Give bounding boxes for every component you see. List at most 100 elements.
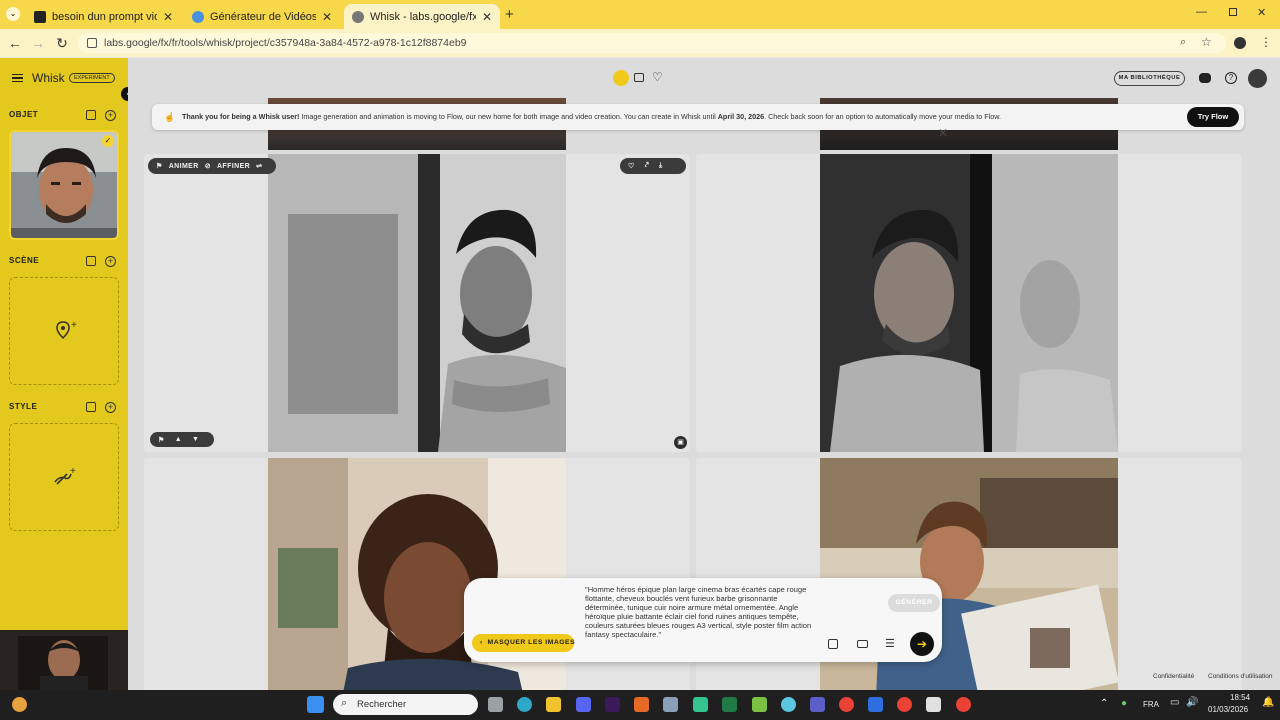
tab-chatgpt[interactable]: besoin dun prompt video pour ✕ bbox=[26, 4, 181, 29]
discord-icon[interactable] bbox=[1199, 73, 1211, 83]
app-icon[interactable] bbox=[693, 697, 708, 712]
zoom-icon[interactable]: ⌕ bbox=[1180, 36, 1186, 49]
chrome-icon[interactable] bbox=[956, 697, 971, 712]
close-tab-icon[interactable]: ✕ bbox=[322, 10, 332, 24]
clock-date[interactable]: 01/03/2026 bbox=[1208, 705, 1248, 714]
back-icon[interactable]: ← bbox=[6, 35, 24, 51]
close-window-icon[interactable]: ✕ bbox=[1257, 6, 1266, 19]
tab-label: Whisk - labs.google/fx bbox=[370, 10, 476, 23]
favorites-heart-icon[interactable]: ♡ bbox=[652, 70, 663, 84]
dismiss-banner-icon[interactable]: ✕ bbox=[938, 126, 948, 140]
upload-image-icon[interactable] bbox=[86, 110, 96, 120]
premiere-icon[interactable] bbox=[605, 697, 620, 712]
favorite-heart-icon[interactable]: ♡ bbox=[628, 162, 635, 170]
tab-list-button[interactable]: ⌄ bbox=[6, 7, 20, 21]
language-indicator[interactable]: FRA bbox=[1143, 700, 1159, 709]
help-icon[interactable]: ? bbox=[1225, 72, 1237, 84]
new-tab-button[interactable]: + bbox=[505, 6, 514, 23]
upload-image-icon[interactable] bbox=[86, 256, 96, 266]
banner-lead: Thank you for being a Whisk user! bbox=[182, 112, 300, 121]
chrome-icon[interactable] bbox=[897, 697, 912, 712]
chrome-icon[interactable] bbox=[839, 697, 854, 712]
bookmark-star-icon[interactable]: ☆ bbox=[1201, 35, 1212, 49]
prompt-box: "Homme héros épique plan large cinema br… bbox=[464, 578, 942, 662]
reload-icon[interactable]: ↻ bbox=[53, 35, 71, 52]
notifications-icon[interactable]: 🔔 bbox=[1262, 697, 1274, 708]
app-icon[interactable] bbox=[634, 697, 649, 712]
scene-drop-zone[interactable]: + bbox=[9, 277, 119, 385]
generate-button[interactable]: GÉNÉRER bbox=[888, 594, 940, 612]
aspect-ratio-icon[interactable] bbox=[857, 640, 868, 648]
calculator-icon[interactable] bbox=[663, 697, 678, 712]
app-icon[interactable] bbox=[868, 697, 883, 712]
share-icon[interactable]: ⤤ bbox=[645, 162, 649, 170]
tab-generator[interactable]: Générateur de Vidéos IA - Créé ✕ bbox=[184, 4, 340, 29]
hide-images-button[interactable]: ‹ MASQUER LES IMAGES bbox=[472, 634, 576, 652]
taskbar-search[interactable]: Rechercher bbox=[333, 694, 478, 715]
tray-overflow-icon[interactable]: ⌃ bbox=[1100, 698, 1108, 709]
menu-icon[interactable] bbox=[12, 74, 23, 82]
prompt-text[interactable]: "Homme héros épique plan large cinema br… bbox=[585, 585, 815, 639]
more-icon[interactable]: ⇌ bbox=[256, 162, 262, 170]
add-style-icon[interactable]: + bbox=[105, 402, 116, 413]
result-card-1[interactable]: ⚑ ANIMER ⊘ AFFINER ⇌ ♡ ⤤ ⤓ ⚑ ▲ ▼ ▣ bbox=[144, 154, 690, 452]
refine-icon[interactable]: ⊘ bbox=[205, 162, 211, 170]
search-icon: ⌕ bbox=[341, 697, 348, 709]
site-info-icon[interactable] bbox=[87, 38, 97, 48]
clock-time[interactable]: 18:54 bbox=[1230, 693, 1250, 702]
refine-button[interactable]: AFFINER bbox=[217, 163, 250, 170]
flow-migration-banner: ☝ Thank you for being a Whisk user! Imag… bbox=[152, 104, 1244, 130]
browser-menu-icon[interactable]: ⋮ bbox=[1260, 35, 1272, 49]
task-view-icon[interactable] bbox=[488, 697, 503, 712]
settings-sliders-icon[interactable]: ☰ bbox=[885, 637, 895, 650]
section-title-scene: SCÈNE bbox=[9, 256, 40, 265]
selected-check-icon[interactable]: ✓ bbox=[102, 135, 114, 147]
forward-icon[interactable]: → bbox=[29, 35, 47, 51]
animate-icon[interactable]: ⚑ bbox=[156, 162, 163, 170]
file-explorer-icon[interactable] bbox=[546, 697, 561, 712]
network-icon[interactable]: ▭ bbox=[1170, 697, 1179, 708]
style-drop-zone[interactable]: + bbox=[9, 423, 119, 531]
windows-start-icon[interactable] bbox=[307, 696, 324, 713]
edge-icon[interactable] bbox=[517, 697, 532, 712]
close-tab-icon[interactable]: ✕ bbox=[163, 10, 173, 24]
minimize-window-icon[interactable]: — bbox=[1196, 6, 1207, 18]
hide-images-label: MASQUER LES IMAGES bbox=[487, 639, 576, 646]
app-icon[interactable] bbox=[781, 697, 796, 712]
user-avatar[interactable] bbox=[1248, 69, 1267, 88]
microphone-icon[interactable]: ● bbox=[1121, 698, 1127, 709]
tab-whisk-active[interactable]: Whisk - labs.google/fx ✕ bbox=[344, 4, 500, 29]
animate-button[interactable]: ANIMER bbox=[169, 163, 199, 170]
upload-image-icon[interactable] bbox=[86, 402, 96, 412]
restore-window-icon[interactable] bbox=[1229, 8, 1237, 16]
thumbs-down-icon[interactable]: ▼ bbox=[192, 436, 199, 443]
download-icon[interactable]: ⤓ bbox=[659, 162, 663, 170]
app-icon[interactable] bbox=[926, 697, 941, 712]
excel-icon[interactable] bbox=[722, 697, 737, 712]
add-scene-icon[interactable]: + bbox=[105, 256, 116, 267]
footer-terms-link[interactable]: Conditions d'utilisation bbox=[1208, 673, 1272, 680]
submit-arrow-button[interactable]: ➔ bbox=[910, 632, 934, 656]
card-actions-pill: ⚑ ANIMER ⊘ AFFINER ⇌ bbox=[148, 158, 276, 174]
profile-avatar[interactable] bbox=[1234, 37, 1246, 49]
app-icon[interactable] bbox=[752, 697, 767, 712]
add-object-icon[interactable]: + bbox=[105, 110, 116, 121]
object-image-card[interactable]: ✓ bbox=[9, 130, 119, 240]
footer-privacy-link[interactable]: Confidentialité bbox=[1153, 673, 1194, 680]
teams-icon[interactable] bbox=[810, 697, 825, 712]
url-field[interactable]: labs.google/fx/fr/tools/whisk/project/c3… bbox=[78, 33, 1226, 53]
flag-icon[interactable]: ⚑ bbox=[158, 436, 165, 444]
result-card-2[interactable] bbox=[696, 154, 1242, 452]
close-tab-icon[interactable]: ✕ bbox=[482, 10, 492, 24]
add-image-icon[interactable] bbox=[828, 639, 838, 649]
thumbs-up-icon[interactable]: ▲ bbox=[175, 436, 182, 443]
experiment-badge: EXPERIMENT bbox=[69, 73, 115, 83]
library-button[interactable]: MA BIBLIOTHÈQUE bbox=[1114, 71, 1185, 86]
delete-icon[interactable]: ▣ bbox=[674, 436, 687, 449]
animate-mode-icon[interactable] bbox=[634, 73, 644, 82]
image-mode-icon[interactable] bbox=[613, 70, 629, 86]
widgets-icon[interactable] bbox=[12, 697, 27, 712]
try-flow-button[interactable]: Try Flow bbox=[1187, 107, 1239, 127]
discord-app-icon[interactable] bbox=[576, 697, 591, 712]
volume-icon[interactable]: 🔊 bbox=[1186, 697, 1198, 708]
